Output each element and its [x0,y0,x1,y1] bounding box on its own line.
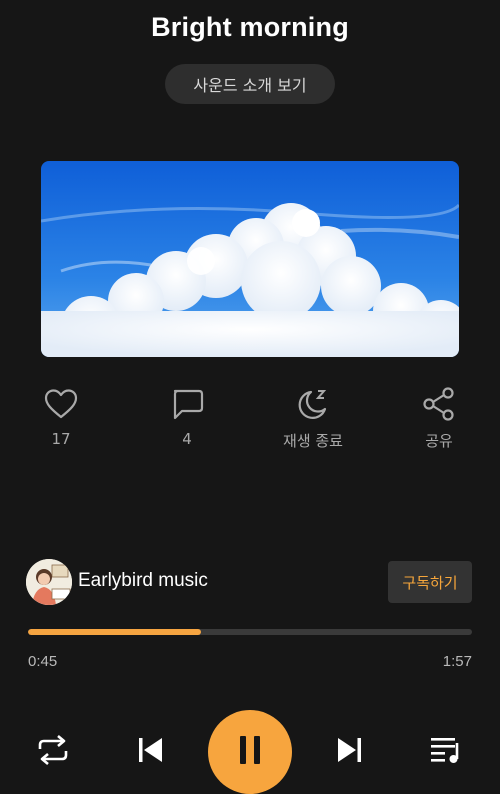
next-button[interactable] [330,732,370,772]
artist-name[interactable]: Earlybird music [78,570,208,592]
progress-fill [28,629,202,635]
comment-count: 4 [182,430,192,448]
sleep-timer-button[interactable]: 재생 종료 [263,386,363,451]
repeat-icon [36,734,70,771]
cover-image [41,161,459,357]
total-time: 1:57 [442,653,472,670]
previous-button[interactable] [130,732,170,772]
share-button[interactable]: 공유 [389,386,489,451]
playlist-button[interactable] [426,732,466,772]
artist-avatar[interactable] [26,559,72,605]
subscribe-button[interactable]: 구독하기 [388,561,472,603]
like-count: 17 [51,430,71,448]
skip-previous-icon [135,735,165,770]
comment-button[interactable]: 4 [137,386,237,448]
share-icon [389,386,489,422]
skip-next-icon [335,735,365,770]
track-title: Bright morning [151,12,349,42]
playback-controls [0,706,500,794]
pause-button[interactable] [208,710,292,794]
share-label: 공유 [425,432,453,450]
comment-icon [137,386,237,422]
pause-icon [235,733,265,772]
current-time: 0:45 [28,653,58,670]
artist-row: Earlybird music 구독하기 [26,559,472,605]
sound-intro-button[interactable]: 사운드 소개 보기 [165,64,335,104]
repeat-button[interactable] [33,732,73,772]
action-bar: 17 4 재생 종료 공유 [0,386,500,456]
heart-icon [11,386,111,422]
progress-bar[interactable] [28,629,472,635]
like-button[interactable]: 17 [11,386,111,448]
sleep-timer-icon [263,386,363,422]
sleep-timer-label: 재생 종료 [283,432,343,450]
playlist-icon [429,735,463,770]
